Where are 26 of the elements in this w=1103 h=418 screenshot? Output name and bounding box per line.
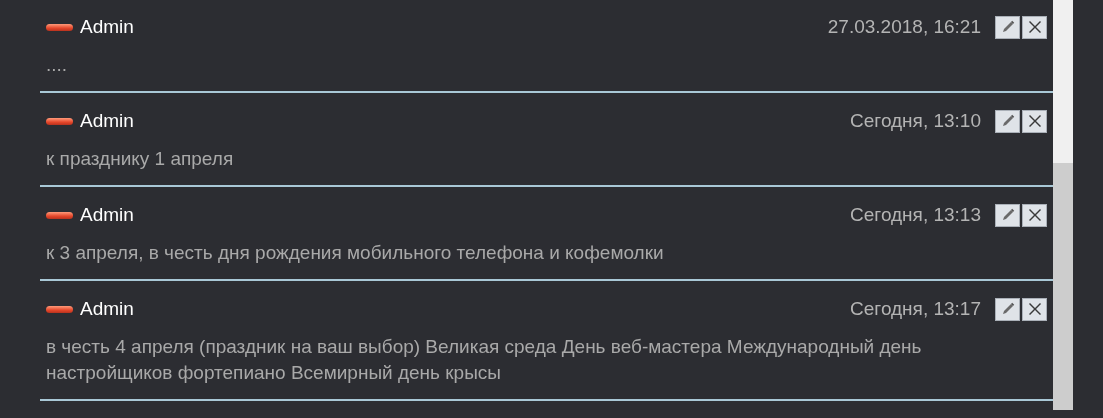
scrollbar-thumb[interactable] (1053, 163, 1073, 410)
delete-button[interactable] (1022, 203, 1047, 227)
comment-date: 27.03.2018, 16:21 (827, 16, 981, 38)
dash-icon (46, 117, 73, 125)
edit-button[interactable] (995, 109, 1020, 133)
author-name: Admin (80, 298, 135, 320)
edit-button[interactable] (995, 15, 1020, 39)
dash-icon (46, 23, 73, 31)
comment-date: Сегодня, 13:13 (850, 204, 981, 226)
delete-button[interactable] (1022, 109, 1047, 133)
dash-icon (46, 211, 73, 219)
author-name: Admin (80, 16, 135, 38)
author-name: Admin (80, 204, 135, 226)
comment-date: Сегодня, 13:17 (850, 298, 981, 320)
comment-text: .... (46, 53, 69, 77)
dash-icon (46, 305, 73, 313)
edit-button[interactable] (995, 203, 1020, 227)
scrollbar[interactable] (1053, 0, 1073, 410)
edit-button[interactable] (995, 297, 1020, 321)
comment-date: Сегодня, 13:10 (850, 110, 981, 132)
comment-text: в честь 4 апреля (праздник на ваш выбор) Великая среда День веб-мастера Международный день настройщиков фортепиано Всемирный день крысы (46, 335, 923, 385)
delete-button[interactable] (1022, 297, 1047, 321)
delete-button[interactable] (1022, 15, 1047, 39)
comment-text: к 3 апреля, в честь дня рождения мобильного телефона и кофемолки (46, 241, 665, 265)
author-name: Admin (80, 110, 135, 132)
comment-text: к празднику 1 апреля (46, 147, 235, 171)
